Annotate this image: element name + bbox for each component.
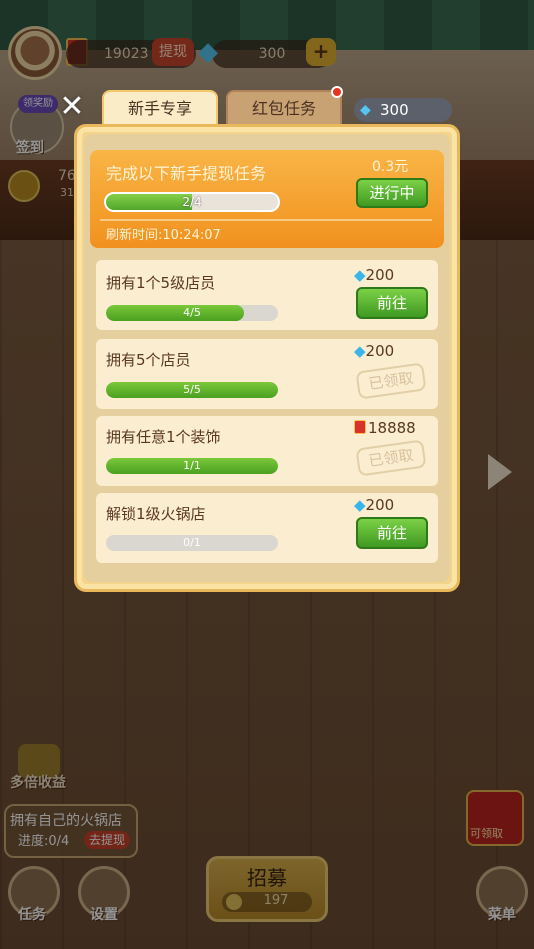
newbie-progress-text: 2/4 [182, 195, 202, 209]
divider [100, 219, 432, 221]
in-progress-button[interactable]: 进行中 [356, 178, 428, 208]
task-reward-value: 18888 [368, 419, 416, 437]
newbie-withdraw-title: 完成以下新手提现任务 [106, 164, 267, 183]
tab-red-packet-tasks[interactable]: 红包任务 [226, 90, 342, 124]
task-go-button[interactable]: 前往 [356, 287, 428, 319]
task-go-button[interactable]: 前往 [356, 517, 428, 549]
task-reward: ◆200 [354, 266, 394, 284]
task-title: 解锁1级火锅店 [106, 505, 206, 523]
task-progress-text: 4/5 [183, 306, 201, 319]
task-progress-text: 5/5 [183, 383, 201, 396]
close-icon[interactable]: ✕ [58, 92, 86, 122]
task-reward: ◆200 [354, 342, 394, 360]
task-progress-text: 0/1 [183, 536, 201, 549]
gem-icon: ◆ [354, 496, 366, 514]
task-progress-text: 1/1 [183, 459, 201, 472]
gem-icon: ◆ [354, 266, 366, 284]
gem-icon: ◆ [360, 102, 371, 118]
red-packet-icon [354, 420, 366, 434]
task-reward: 18888 [354, 419, 416, 437]
notification-dot [331, 86, 343, 98]
task-title: 拥有1个5级店员 [106, 274, 216, 292]
task-title: 拥有5个店员 [106, 351, 191, 369]
task-reward-value: 200 [365, 342, 395, 360]
tab-newbie[interactable]: 新手专享 [102, 90, 218, 124]
task-title: 拥有任意1个装饰 [106, 428, 221, 446]
newbie-withdraw-amount: 0.3元 [372, 159, 409, 175]
task-reward: ◆200 [354, 496, 394, 514]
task-reward-value: 200 [365, 266, 395, 284]
refresh-time: 刷新时间:10:24:07 [106, 228, 221, 243]
task-reward-value: 200 [365, 496, 395, 514]
gem-icon: ◆ [354, 342, 366, 360]
